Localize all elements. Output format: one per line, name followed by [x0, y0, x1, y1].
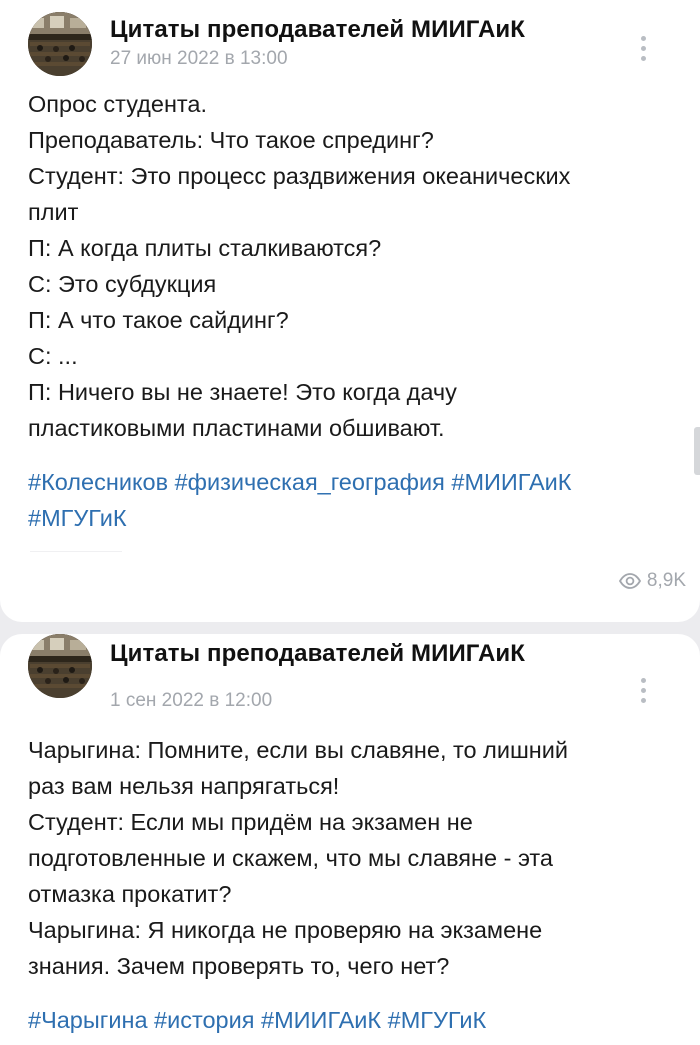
post-text-line: С: ...: [28, 343, 78, 369]
divider: [30, 551, 122, 552]
hashtag-link[interactable]: #МИИГАиК: [261, 1007, 381, 1033]
post-text-line: Преподаватель: Что такое спрединг?: [28, 127, 434, 153]
menu-dot: [640, 35, 646, 41]
post-card: Цитаты преподавателей МИИГАиК 27 июн 202…: [0, 0, 700, 622]
post-author[interactable]: Цитаты преподавателей МИИГАиК: [110, 640, 525, 668]
post-text-line: Опрос студента.: [28, 91, 208, 117]
menu-dot: [640, 687, 646, 693]
eye-icon: [618, 573, 641, 589]
hashtag-link[interactable]: #история: [154, 1007, 254, 1033]
hashtag-link[interactable]: #Колесников: [28, 469, 168, 495]
hashtag-link[interactable]: #физическая_география: [175, 469, 445, 495]
post-text: Опрос студента. Преподаватель: Что такое…: [28, 86, 660, 446]
post-text-line: П: А что такое сайдинг?: [28, 307, 289, 333]
post-text-line: знания. Зачем проверять то, чего нет?: [28, 953, 450, 979]
hashtag-link[interactable]: #МГУГиК: [28, 505, 127, 531]
views-count: 8,9K: [646, 570, 686, 591]
menu-dot: [640, 55, 646, 61]
post-text-line: подготовленные и скажем, что мы славяне …: [28, 845, 553, 871]
menu-dot: [640, 697, 646, 703]
more-vertical-icon[interactable]: [628, 30, 658, 66]
post-author[interactable]: Цитаты преподавателей МИИГАиК: [110, 16, 525, 44]
hashtag-list: #Чарыгина #история #МИИГАиК #МГУГиК: [28, 1002, 660, 1038]
post-header: Цитаты преподавателей МИИГАиК 1 сен 2022…: [28, 634, 672, 724]
post-text-line: Студент: Если мы придём на экзамен не: [28, 809, 473, 835]
menu-dot: [640, 45, 646, 51]
menu-dot: [640, 677, 646, 683]
views-counter: 8,9K: [618, 570, 686, 592]
hashtag-link[interactable]: #МГУГиК: [388, 1007, 487, 1033]
post-date[interactable]: 1 сен 2022 в 12:00: [110, 690, 272, 712]
community-avatar[interactable]: [28, 634, 92, 698]
post-text-line: Чарыгина: Помните, если вы славяне, то л…: [28, 737, 569, 763]
community-avatar[interactable]: [28, 12, 92, 76]
post-date[interactable]: 27 июн 2022 в 13:00: [110, 48, 288, 70]
post-text-line: раз вам нельзя напрягаться!: [28, 773, 340, 799]
scrollbar-thumb[interactable]: [694, 427, 700, 475]
post-text-line: П: Ничего вы не знаете! Это когда дачу: [28, 379, 457, 405]
feed: Цитаты преподавателей МИИГАиК 27 июн 202…: [0, 0, 700, 1045]
more-vertical-icon[interactable]: [628, 672, 658, 708]
post-text: Чарыгина: Помните, если вы славяне, то л…: [28, 732, 660, 984]
hashtag-list: #Колесников #физическая_география #МИИГА…: [28, 464, 660, 536]
post-text-line: отмазка прокатит?: [28, 881, 232, 907]
post-text-line: С: Это субдукция: [28, 271, 217, 297]
classroom-photo-icon: [28, 12, 92, 76]
hashtag-link[interactable]: #МИИГАиК: [451, 469, 571, 495]
post-text-line: Студент: Это процесс раздвижения океанич…: [28, 163, 571, 189]
post-text-line: П: А когда плиты сталкиваются?: [28, 235, 382, 261]
post-text-line: пластиковыми пластинами обшивают.: [28, 415, 445, 441]
post-text-line: плит: [28, 199, 79, 225]
hashtag-link[interactable]: #Чарыгина: [28, 1007, 148, 1033]
post-card: Цитаты преподавателей МИИГАиК 1 сен 2022…: [0, 634, 700, 1045]
post-text-line: Чарыгина: Я никогда не проверяю на экзам…: [28, 917, 543, 943]
classroom-photo-icon: [28, 634, 92, 698]
